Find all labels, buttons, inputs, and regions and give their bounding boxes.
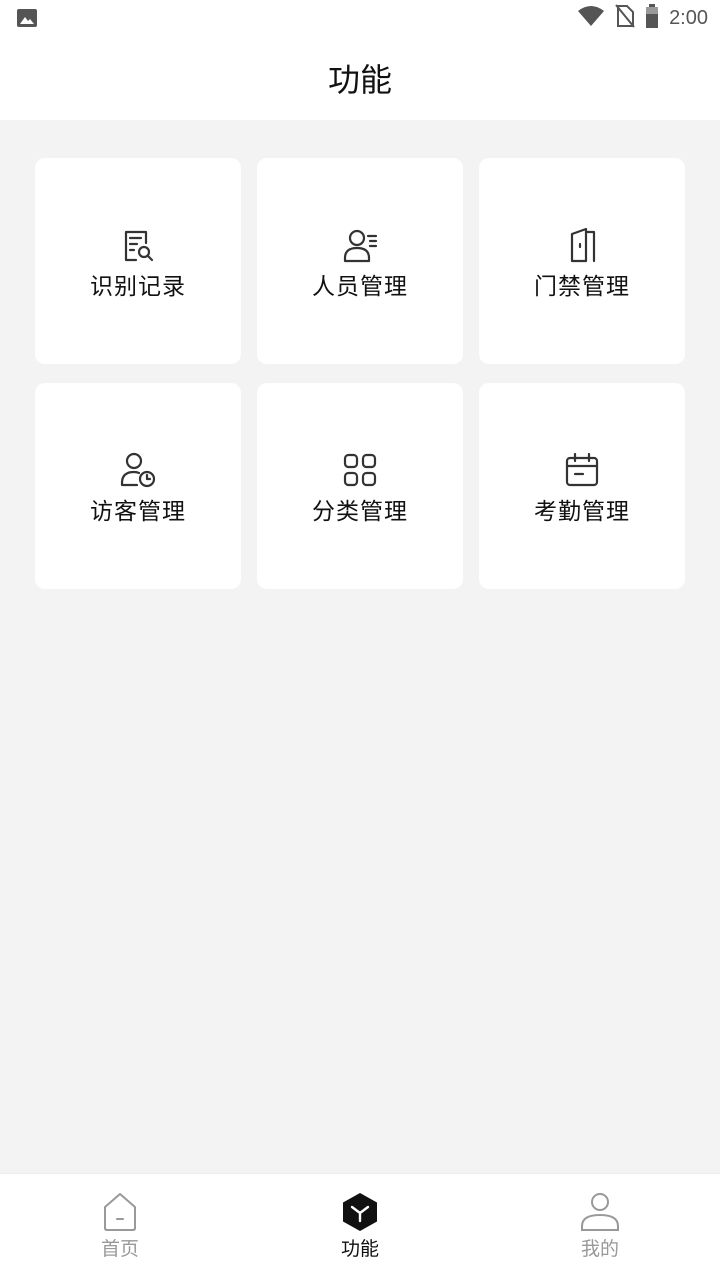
status-time: 2:00 [669,6,708,29]
function-label: 访客管理 [90,499,186,525]
app-header: 功能 [0,36,720,120]
function-tile-attendance-management[interactable]: 考勤管理 [479,383,685,589]
person-clock-icon [120,452,156,488]
tab-label: 功能 [340,1238,379,1260]
user-icon [580,1192,620,1232]
function-label: 分类管理 [312,499,408,525]
function-label: 门禁管理 [534,274,630,300]
tab-mine[interactable]: 我的 [480,1174,720,1280]
person-list-icon [342,227,378,263]
function-tile-recognition-records[interactable]: 识别记录 [35,158,241,364]
tab-label: 我的 [580,1238,619,1260]
function-grid: 识别记录 人员管理 门禁管理 访客管理 分类管理 考勤管理 [35,158,685,589]
function-label: 识别记录 [90,274,186,300]
no-sim-icon [615,4,635,32]
gallery-notification-icon [16,8,38,28]
bottom-tab-bar: 首页 功能 我的 [0,1173,720,1280]
function-tile-visitor-management[interactable]: 访客管理 [35,383,241,589]
page-title: 功能 [327,61,392,99]
calendar-icon [564,452,600,488]
battery-icon [645,4,659,32]
document-search-icon [120,227,156,263]
function-tile-access-control[interactable]: 门禁管理 [479,158,685,364]
function-label: 考勤管理 [534,499,630,525]
function-hexagon-icon [340,1192,380,1232]
tab-functions[interactable]: 功能 [240,1174,480,1280]
door-icon [564,227,600,263]
function-label: 人员管理 [312,274,408,300]
function-tile-category-management[interactable]: 分类管理 [257,383,463,589]
tab-label: 首页 [100,1238,139,1260]
function-tile-personnel-management[interactable]: 人员管理 [257,158,463,364]
wifi-icon [577,5,605,31]
home-icon [100,1192,140,1232]
grid-icon [342,452,378,488]
tab-home[interactable]: 首页 [0,1174,240,1280]
status-bar: 2:00 [0,0,720,36]
